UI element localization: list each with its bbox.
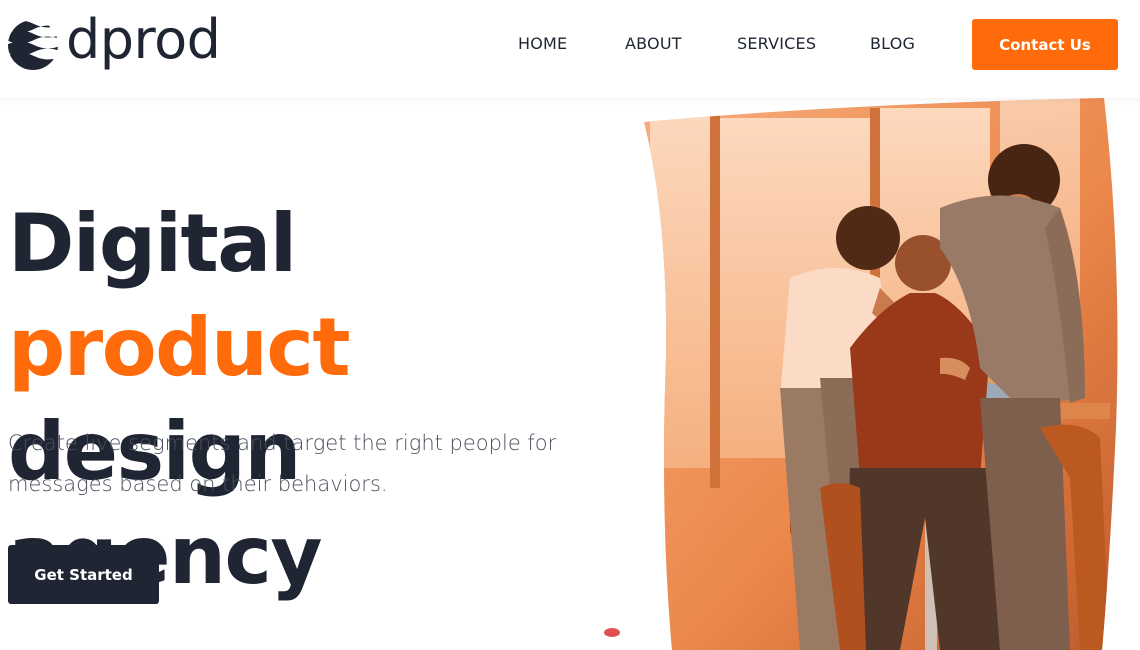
- contact-us-button[interactable]: Contact Us: [972, 19, 1118, 70]
- hero-title-part1: Digital: [8, 197, 297, 290]
- decorative-dot: [604, 628, 620, 637]
- nav-about-link[interactable]: ABOUT: [625, 34, 682, 53]
- nav-blog-link[interactable]: BLOG: [870, 34, 915, 53]
- get-started-button[interactable]: Get Started: [8, 545, 159, 604]
- nav-services-link[interactable]: SERVICES: [737, 34, 816, 53]
- hero-title-accent: product: [8, 301, 351, 394]
- team-photo-illustration: [644, 98, 1118, 650]
- main-nav: HOME ABOUT SERVICES BLOG: [0, 34, 1140, 56]
- site-header: dprod HOME ABOUT SERVICES BLOG Contact U…: [0, 0, 1140, 98]
- hero-subtitle: Create live segments and target the righ…: [8, 431, 557, 496]
- nav-home-link[interactable]: HOME: [518, 34, 567, 53]
- hero-image: [640, 98, 1140, 650]
